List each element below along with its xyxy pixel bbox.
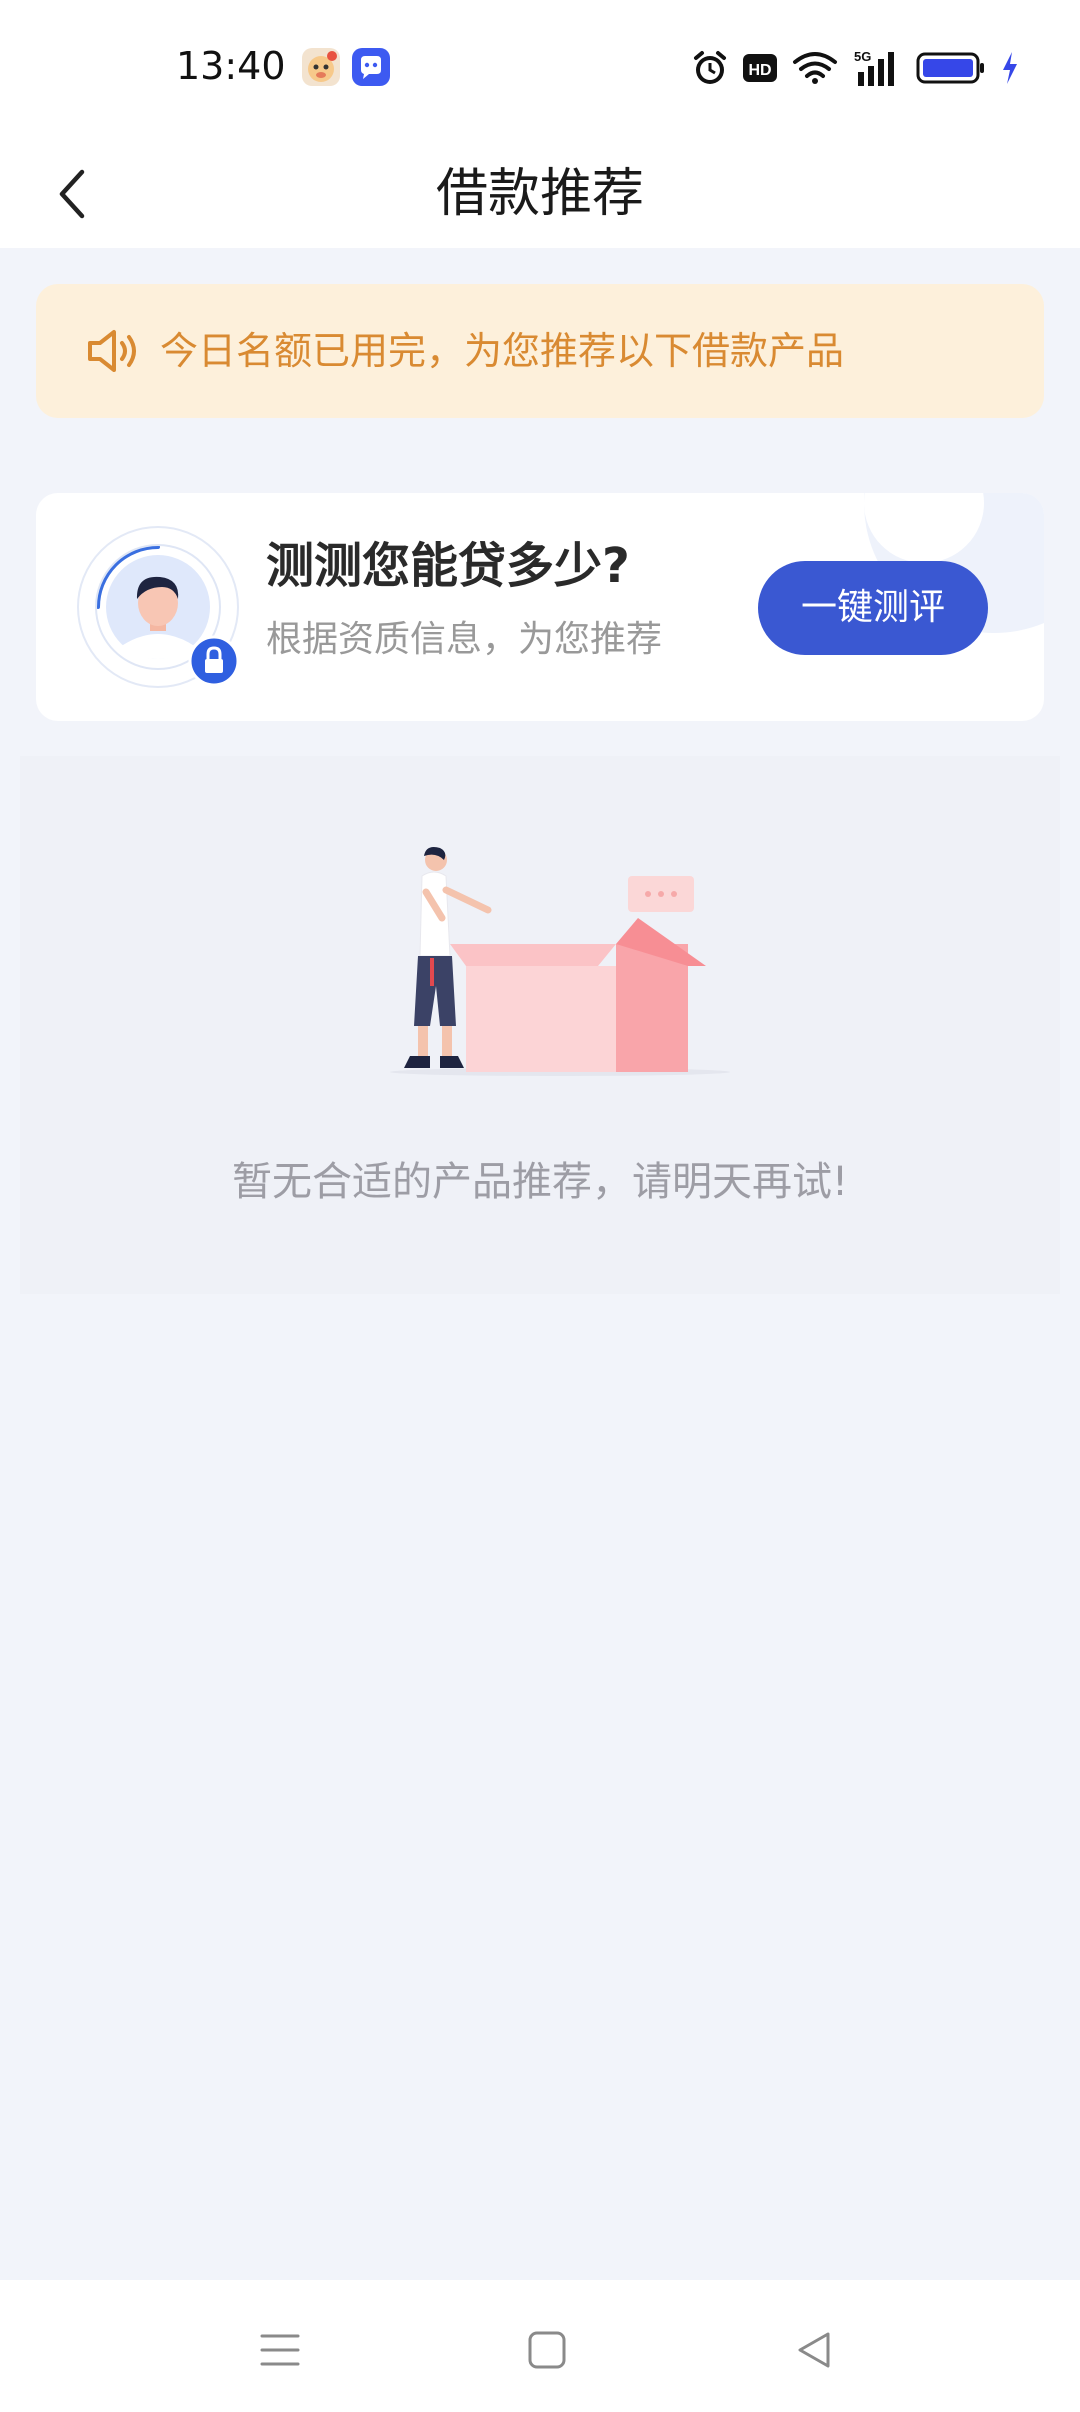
status-indicators: HD 5G xyxy=(692,46,1020,90)
menu-icon xyxy=(260,2334,300,2366)
status-bar: 13:40 HD 5G xyxy=(0,0,1080,140)
notice-text: 今日名额已用完，为您推荐以下借款产品 xyxy=(160,329,845,373)
speaker-icon xyxy=(88,330,136,372)
status-time: 13:40 xyxy=(176,44,286,88)
menu-button[interactable] xyxy=(250,2320,310,2380)
page-title: 借款推荐 xyxy=(435,164,644,224)
svg-text:5G: 5G xyxy=(854,49,871,64)
lock-icon xyxy=(188,635,240,687)
svg-text:HD: HD xyxy=(748,62,771,79)
wifi-icon xyxy=(793,52,837,84)
empty-state: 暂无合适的产品推荐，请明天再试! xyxy=(20,756,1060,1294)
hd-icon: HD xyxy=(743,54,777,82)
system-navigation-bar xyxy=(0,2280,1080,2412)
loan-evaluation-card[interactable]: 测测您能贷多少? 根据资质信息，为您推荐 一键测评 xyxy=(36,493,1044,721)
card-subtitle: 根据资质信息，为您推荐 xyxy=(266,619,663,660)
empty-message: 暂无合适的产品推荐，请明天再试! xyxy=(231,1159,849,1205)
chat-app-icon xyxy=(352,48,390,86)
alarm-icon xyxy=(694,51,726,84)
person-with-box-illustration xyxy=(390,847,730,1076)
charging-icon xyxy=(1003,52,1017,84)
avatar xyxy=(76,525,246,695)
cartoon-app-icon xyxy=(302,48,340,86)
nav-bar: 借款推荐 xyxy=(0,140,1080,248)
notice-banner: 今日名额已用完，为您推荐以下借款产品 xyxy=(36,284,1044,418)
card-title: 测测您能贷多少? xyxy=(266,538,630,594)
back-triangle-icon xyxy=(798,2332,830,2368)
battery-icon xyxy=(916,52,984,84)
one-click-evaluate-button[interactable]: 一键测评 xyxy=(758,561,988,655)
5g-signal-icon: 5G xyxy=(854,49,894,86)
home-button[interactable] xyxy=(517,2320,577,2380)
back-nav-button[interactable] xyxy=(784,2320,844,2380)
home-square-icon xyxy=(528,2331,566,2369)
